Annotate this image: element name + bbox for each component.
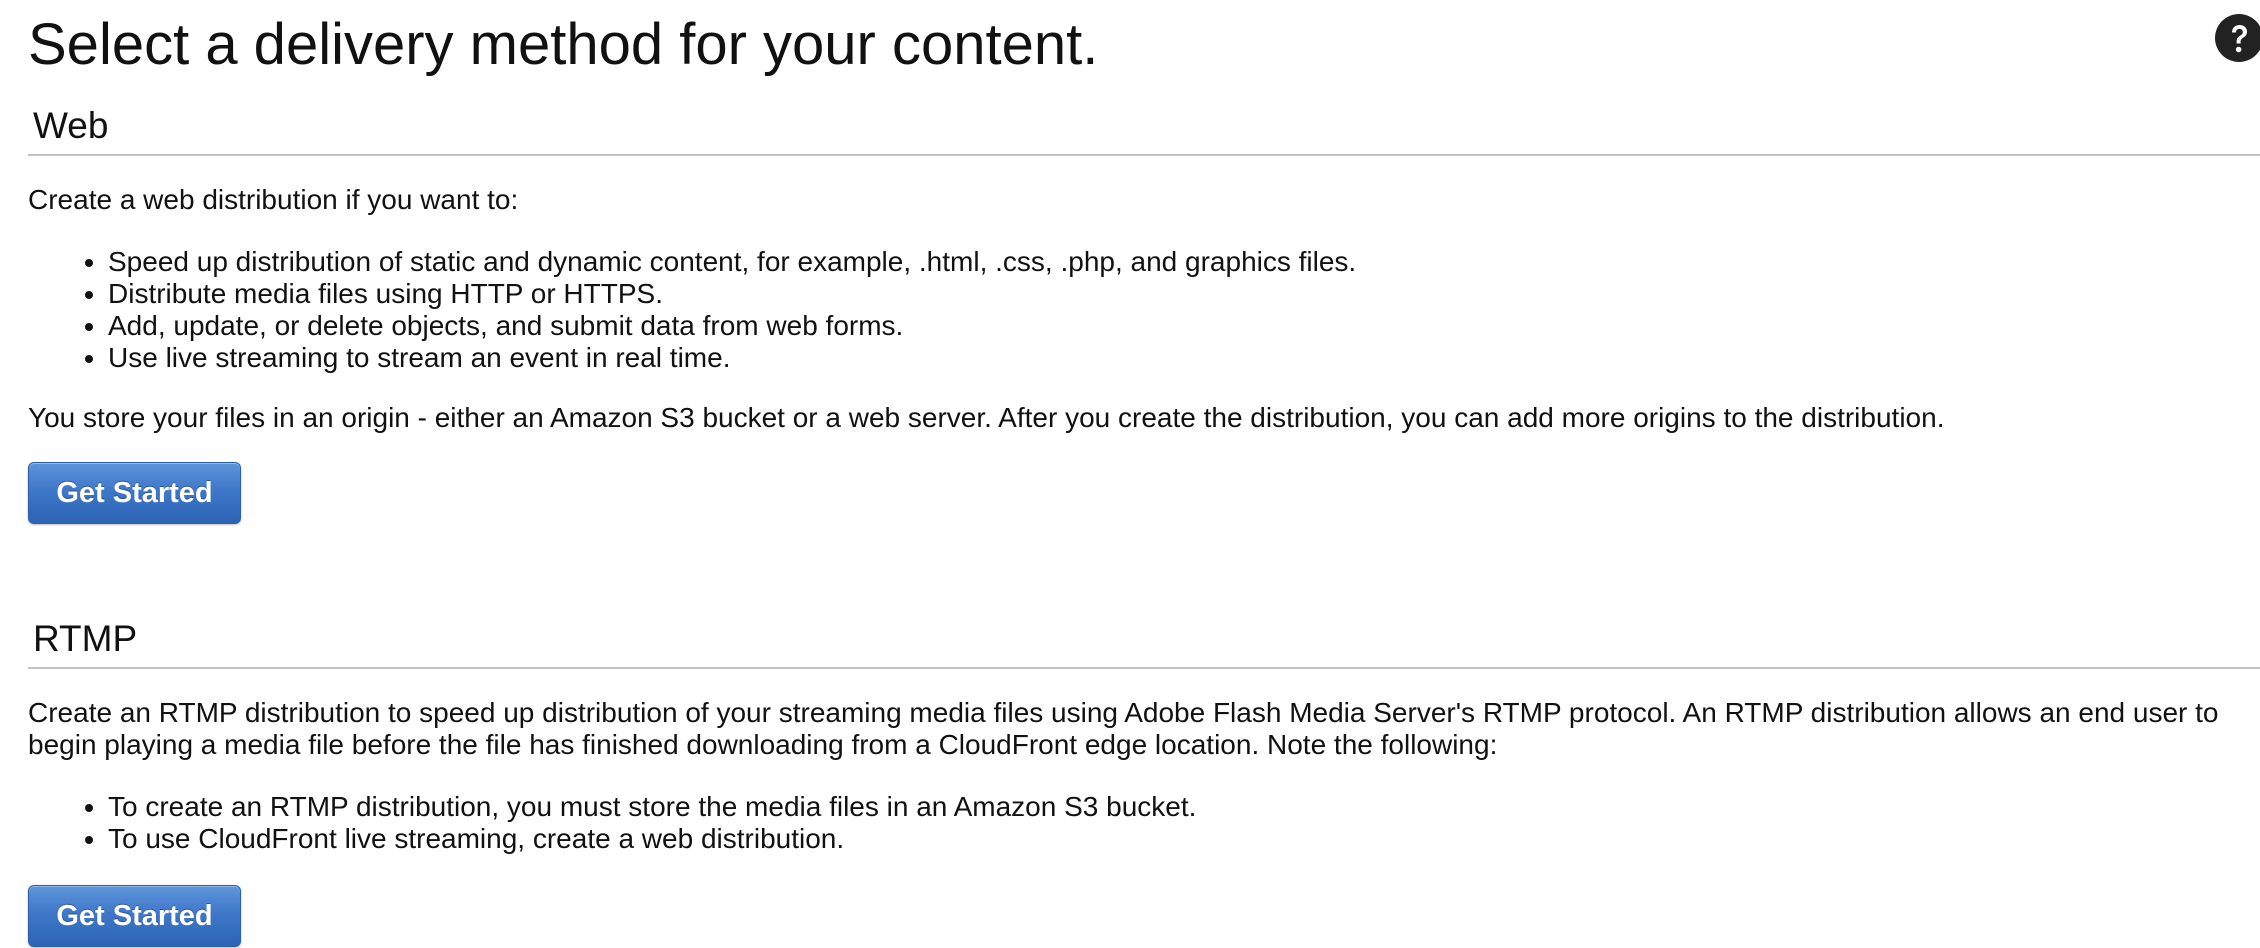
question-circle-icon [2215, 14, 2260, 62]
help-icon[interactable] [2215, 14, 2260, 62]
rtmp-note-list: To create an RTMP distribution, you must… [28, 791, 1196, 855]
web-heading: Web [28, 104, 2260, 156]
rtmp-intro-text: Create an RTMP distribution to speed up … [28, 697, 2219, 760]
rtmp-get-started-button[interactable]: Get Started [28, 885, 241, 947]
web-get-started-button[interactable]: Get Started [28, 462, 241, 524]
web-intro-text: Create a web distribution if you want to… [28, 184, 519, 215]
web-section: Web Create a web distribution if you wan… [28, 104, 2260, 524]
list-item: To use CloudFront live streaming, create… [108, 823, 1196, 855]
list-item: Use live streaming to stream an event in… [108, 342, 1356, 374]
list-item: Add, update, or delete objects, and subm… [108, 310, 1356, 342]
web-feature-list: Speed up distribution of static and dyna… [28, 246, 1356, 374]
page-title: Select a delivery method for your conten… [28, 12, 1099, 77]
list-item: Speed up distribution of static and dyna… [108, 246, 1356, 278]
web-origin-note: You store your files in an origin - eith… [28, 402, 1945, 433]
rtmp-heading: RTMP [28, 617, 2260, 669]
list-item: Distribute media files using HTTP or HTT… [108, 278, 1356, 310]
rtmp-section: RTMP Create an RTMP distribution to spee… [28, 617, 2260, 947]
list-item: To create an RTMP distribution, you must… [108, 791, 1196, 823]
